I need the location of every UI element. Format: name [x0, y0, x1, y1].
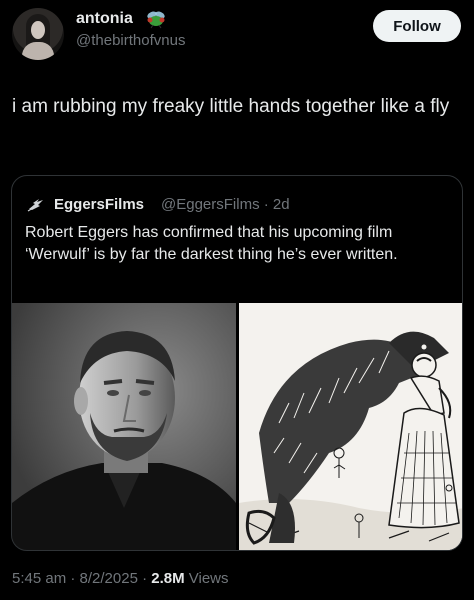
post-timestamp[interactable]: 5:45 am · 8/2/2025 ·	[12, 570, 151, 587]
follow-button[interactable]: Follow	[373, 10, 461, 42]
eggersfilms-logo-icon[interactable]	[27, 195, 45, 213]
quoted-post[interactable]: EggersFilms @EggersFilms · 2d Robert Egg…	[11, 175, 463, 551]
views-count: 2.8M	[151, 570, 185, 587]
werewolf-woodcut-illustration[interactable]	[239, 303, 462, 550]
author-avatar[interactable]	[12, 8, 64, 60]
quote-text: Robert Eggers has confirmed that his upc…	[25, 224, 398, 263]
quote-author-name[interactable]: EggersFilms	[54, 196, 144, 213]
quote-author-handle-time[interactable]: @EggersFilms · 2d	[161, 196, 290, 213]
tweet-text: i am rubbing my freaky little hands toge…	[12, 96, 450, 117]
portrait-illustration	[12, 303, 236, 550]
post: antonia @thebirthofvnus Follow i am rubb…	[0, 0, 474, 600]
director-portrait-photo[interactable]	[12, 303, 236, 550]
views-label: Views	[184, 570, 229, 587]
author-name[interactable]: antonia	[76, 10, 133, 28]
post-meta: 5:45 am · 8/2/2025 · 2.8M Views	[12, 570, 229, 587]
woodcut-drawing	[239, 303, 462, 550]
fly-emoji-icon	[147, 11, 165, 29]
author-handle[interactable]: @thebirthofvnus	[76, 32, 185, 49]
